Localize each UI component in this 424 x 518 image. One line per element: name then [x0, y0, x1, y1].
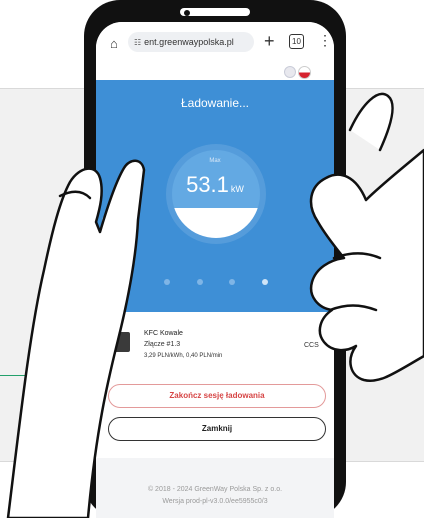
carousel-dot[interactable] [164, 279, 170, 285]
power-unit: kW [230, 184, 244, 194]
end-session-button[interactable]: Zakończ sesję ładowania [108, 384, 326, 408]
carousel-dot[interactable] [196, 279, 203, 285]
station-thumbnail [108, 332, 130, 352]
footer-copyright: © 2018 - 2024 GreenWay Polska Sp. z o.o. [147, 486, 283, 493]
carousel-dot[interactable] [229, 279, 236, 285]
home-icon[interactable]: ⌂ [110, 36, 118, 51]
carousel-dot[interactable] [261, 279, 268, 285]
tabs-count-icon[interactable]: 10 [289, 34, 304, 49]
site-settings-icon[interactable]: ☷ [134, 38, 141, 47]
footer-version: Wersja prod-pl-v3.0.0/ee5955c0/3 [162, 498, 268, 505]
close-button[interactable]: Zamknij [108, 417, 326, 441]
power-readout: 53.1 kW [96, 172, 334, 198]
overflow-menu-icon[interactable]: ⋮ [318, 32, 332, 49]
new-tab-icon[interactable]: + [264, 31, 275, 52]
station-connector: Złącze #1.3 [144, 341, 181, 348]
phone-screen: ⌂ ☷ ent.greenwaypolska.pl + 10 ⋮ Ładowani… [96, 22, 334, 518]
url-text: ent.greenwaypolska.pl [144, 37, 234, 47]
language-pl-flag-icon[interactable] [298, 66, 311, 79]
gauge-fill [172, 208, 260, 238]
camera-dot [184, 10, 190, 16]
browser-toolbar: ⌂ ☷ ent.greenwaypolska.pl + 10 ⋮ [96, 22, 334, 62]
connector-type: CCS [304, 342, 319, 349]
station-price: 3,29 PLN/kWh, 0,40 PLN/min [144, 353, 223, 359]
carousel-prev-button[interactable]: ‹ [102, 212, 122, 232]
station-name: KFC Kowale [144, 330, 183, 337]
charging-title: Ładowanie... [180, 96, 250, 110]
carousel-dots [164, 279, 268, 287]
gauge-max-label: Max [209, 158, 221, 164]
address-bar[interactable]: ☷ ent.greenwaypolska.pl [128, 32, 254, 52]
power-value: 53.1 [186, 172, 229, 197]
language-en-flag-icon[interactable] [284, 66, 296, 78]
phone-notch [180, 8, 250, 16]
